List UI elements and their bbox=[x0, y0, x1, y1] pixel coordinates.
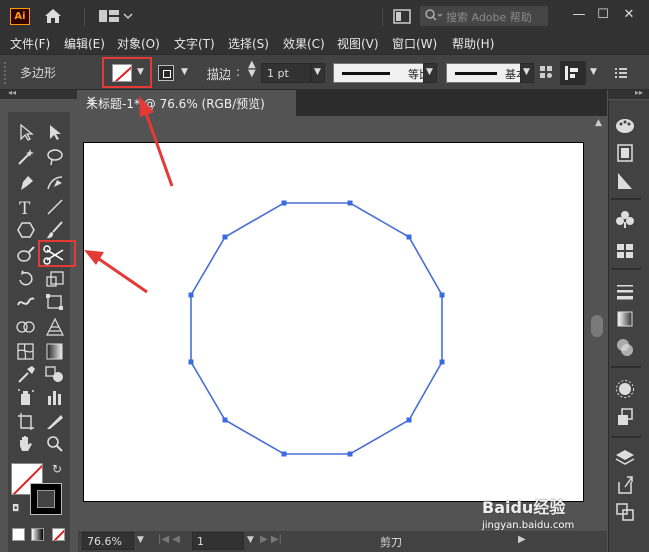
anchor-point[interactable] bbox=[347, 200, 353, 206]
gradient-panel-icon[interactable] bbox=[611, 170, 639, 192]
swatches-icon[interactable] bbox=[611, 240, 639, 262]
symbols-icon[interactable] bbox=[611, 208, 639, 230]
vertical-scrollbar-thumb[interactable] bbox=[591, 315, 603, 337]
status-menu-arrow[interactable]: ▶ bbox=[518, 534, 526, 545]
separator bbox=[611, 366, 641, 368]
stroke-panel-icon[interactable] bbox=[611, 280, 639, 302]
anchor-point[interactable] bbox=[439, 292, 445, 298]
right-panel-header: ▸▸ bbox=[608, 88, 649, 99]
chevron-down-icon[interactable]: ▼ bbox=[247, 535, 254, 545]
appearance-icon[interactable] bbox=[611, 378, 639, 400]
status-bar: 76.6% ▼ |◀ ◀ 1 ▼ ▶ ▶| 剪刀 ▶ bbox=[78, 531, 607, 552]
anchor-point[interactable] bbox=[222, 417, 228, 423]
export-icon[interactable] bbox=[611, 474, 639, 496]
separator bbox=[611, 268, 641, 270]
watermark: Baidu经验 jingyan.baidu.com bbox=[482, 494, 574, 531]
separator bbox=[611, 198, 641, 200]
scroll-up-arrow[interactable]: ▲ bbox=[595, 118, 602, 128]
separator bbox=[611, 436, 641, 438]
anchor-point[interactable] bbox=[188, 359, 194, 365]
fill-highlight-box bbox=[102, 57, 152, 88]
scissors-highlight-box bbox=[38, 240, 76, 267]
anchor-point[interactable] bbox=[347, 451, 353, 457]
anchor-point[interactable] bbox=[406, 417, 412, 423]
color-palette-icon[interactable] bbox=[611, 115, 639, 137]
artboards-panel-icon[interactable] bbox=[611, 501, 639, 523]
current-tool-label: 剪刀 bbox=[380, 536, 402, 549]
anchor-point[interactable] bbox=[281, 451, 287, 457]
watermark-url: jingyan.baidu.com bbox=[482, 520, 575, 531]
graphic-styles-icon[interactable] bbox=[611, 406, 639, 428]
transparency-icon[interactable] bbox=[611, 336, 639, 358]
anchor-point[interactable] bbox=[222, 234, 228, 240]
chevron-down-icon[interactable]: ▼ bbox=[137, 535, 144, 545]
anchor-point[interactable] bbox=[406, 234, 412, 240]
polygon-artwork[interactable] bbox=[0, 0, 649, 552]
anchor-point[interactable] bbox=[188, 292, 194, 298]
anchor-point[interactable] bbox=[439, 359, 445, 365]
gradient-swatch-icon[interactable] bbox=[611, 308, 639, 330]
zoom-field[interactable]: 76.6% bbox=[82, 532, 134, 550]
artboard-number-field[interactable]: 1 bbox=[192, 532, 244, 550]
next-artboard-button[interactable]: ▶ ▶| bbox=[260, 534, 282, 545]
layers-icon[interactable] bbox=[611, 447, 639, 469]
first-artboard-button[interactable]: |◀ ◀ bbox=[158, 534, 180, 545]
watermark-brand: Baidu经验 bbox=[482, 498, 566, 517]
color-guide-icon[interactable] bbox=[611, 142, 639, 164]
anchor-point[interactable] bbox=[281, 200, 287, 206]
